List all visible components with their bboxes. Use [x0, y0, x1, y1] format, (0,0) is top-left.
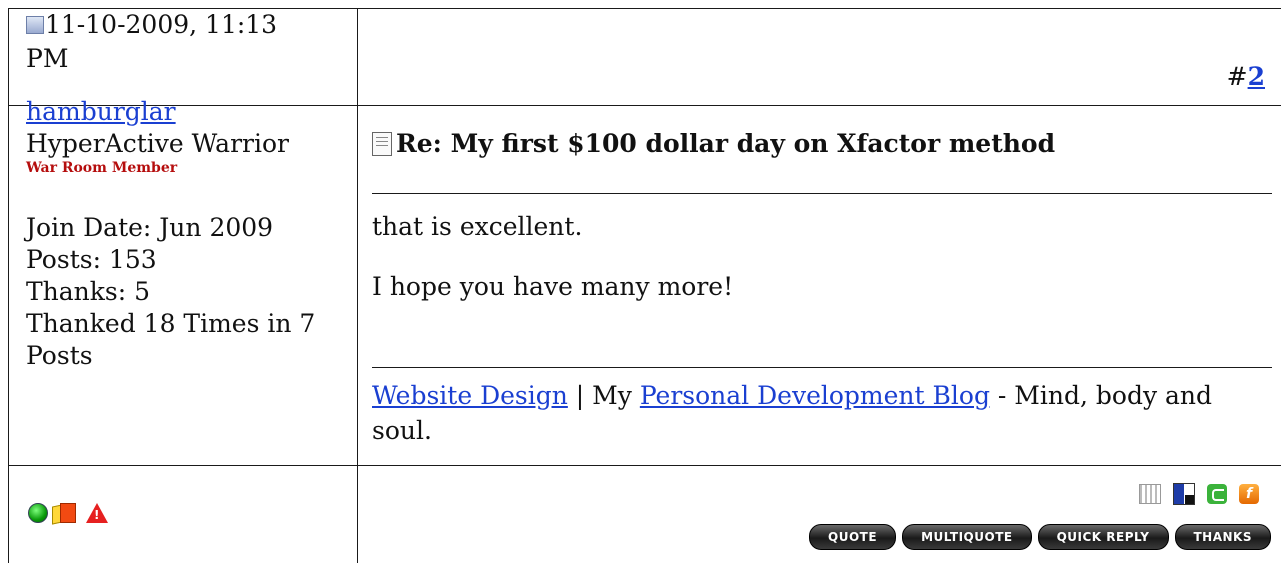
quick-reply-button[interactable]: QUICK REPLY: [1037, 524, 1169, 550]
digg-icon[interactable]: [1139, 484, 1161, 504]
quote-button[interactable]: QUOTE: [809, 524, 897, 550]
signature-separator: [372, 367, 1272, 368]
signature: Website Design | My Personal Development…: [372, 378, 1272, 448]
join-date: Join Date: Jun 2009: [26, 213, 274, 242]
signature-text: | My: [567, 381, 640, 410]
post-count: Posts: 153: [26, 245, 157, 274]
signature-link-blog[interactable]: Personal Development Blog: [640, 381, 990, 410]
post-icon: [26, 16, 44, 34]
status-icons: [28, 503, 108, 523]
post-date: 11-10-2009, 11:13 PM: [26, 0, 326, 76]
column-divider: [357, 8, 358, 563]
user-title: HyperActive Warrior: [26, 129, 289, 158]
stumbleupon-icon[interactable]: [1207, 484, 1227, 504]
username-link[interactable]: hamburglar: [26, 97, 176, 126]
post-title-text: Re: My first $100 dollar day on Xfactor …: [396, 129, 1056, 158]
post-date-text: 11-10-2009, 11:13 PM: [26, 10, 278, 73]
report-post-icon[interactable]: [86, 503, 108, 523]
title-separator: [372, 193, 1272, 194]
user-stats: Join Date: Jun 2009 Posts: 153 Thanks: 5…: [26, 212, 346, 372]
post-number: #2: [1227, 62, 1265, 91]
post-number-prefix: #: [1226, 62, 1248, 91]
post-body: that is excellent. I hope you have many …: [372, 210, 1262, 330]
signature-link-website-design[interactable]: Website Design: [372, 381, 568, 410]
post-body-line: that is excellent.: [372, 212, 583, 241]
reputation-icon[interactable]: [52, 503, 76, 523]
furl-icon[interactable]: f: [1239, 484, 1259, 504]
social-bookmarks: f: [1139, 483, 1259, 505]
multiquote-button[interactable]: MULTIQUOTE: [902, 524, 1032, 550]
post-number-link[interactable]: 2: [1248, 62, 1265, 91]
thanked-count: Thanked 18 Times in 7 Posts: [26, 309, 316, 370]
row-divider-footer: [8, 465, 1281, 466]
post-title: Re: My first $100 dollar day on Xfactor …: [372, 127, 1055, 161]
post-buttons: QUOTE MULTIQUOTE QUICK REPLY THANKS: [809, 524, 1271, 550]
thanks-count: Thanks: 5: [26, 277, 151, 306]
table-border-left: [8, 8, 9, 563]
post-body-line: I hope you have many more!: [372, 272, 734, 301]
user-info: hamburglar HyperActive Warrior War Room …: [26, 96, 346, 372]
thanks-button[interactable]: THANKS: [1174, 524, 1271, 550]
online-status-icon: [28, 503, 48, 523]
delicious-icon[interactable]: [1173, 483, 1195, 505]
user-rank: War Room Member: [26, 160, 178, 176]
document-icon: [372, 132, 392, 156]
